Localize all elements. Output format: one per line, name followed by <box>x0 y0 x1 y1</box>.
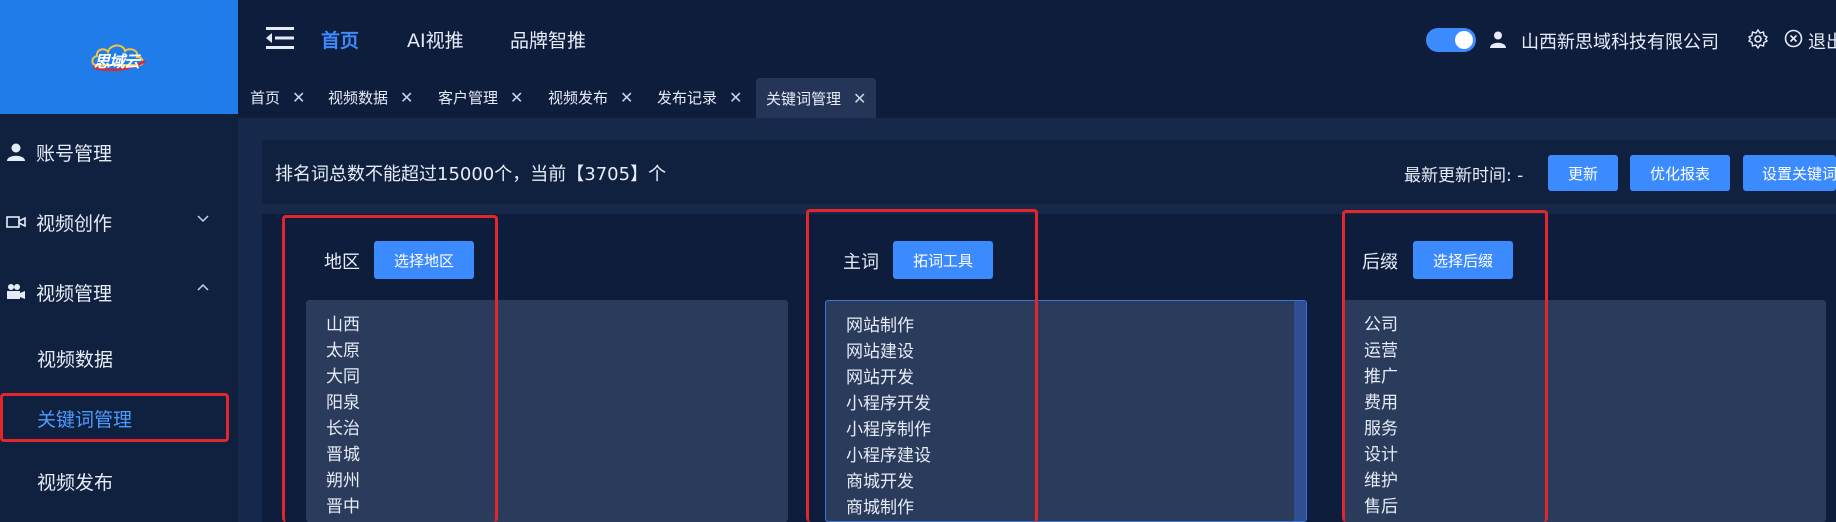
company-name[interactable]: 山西新思域科技有限公司 <box>1521 28 1719 54</box>
last-update-label: 最新更新时间: - <box>1404 166 1524 186</box>
chevron-down-icon[interactable] <box>196 211 210 225</box>
close-icon[interactable]: ✕ <box>292 88 305 107</box>
region-label: 地区 <box>324 252 360 273</box>
sidebar-subitem-video-data[interactable]: 视频数据 <box>0 330 238 386</box>
main-word-list[interactable]: 网站制作 网站建设 网站开发 小程序开发 小程序制作 小程序建设 商城开发 商城… <box>825 300 1307 522</box>
nav-ai-push[interactable]: AI视推 <box>407 26 464 53</box>
list-item: 阳泉 <box>326 393 360 413</box>
scrollbar[interactable] <box>1294 301 1306 521</box>
logo: 思域云 <box>84 37 154 77</box>
tab-customer-manage[interactable]: 客户管理 ✕ <box>438 78 523 116</box>
list-item: 网站建设 <box>846 342 914 362</box>
sidebar-item-video-manage[interactable]: 视频管理 <box>0 263 238 321</box>
set-keyword-button[interactable]: 设置关键词 <box>1743 155 1836 191</box>
tab-keyword-manage[interactable]: 关键词管理 ✕ <box>756 78 877 118</box>
sidebar-item-label: 视频创作 <box>36 212 113 235</box>
chevron-up-icon[interactable] <box>196 281 210 295</box>
expand-word-tool-button[interactable]: 拓词工具 <box>893 241 993 279</box>
toggle-knob <box>1455 31 1473 49</box>
sidebar-subitem-label: 视频数据 <box>37 348 114 371</box>
list-item: 晋中 <box>326 497 360 517</box>
tab-label: 客户管理 <box>438 88 499 107</box>
sidebar-item-label: 视频管理 <box>36 282 113 305</box>
region-list[interactable]: 山西 太原 大同 阳泉 长治 晋城 朔州 晋中 <box>306 300 788 522</box>
tab-label: 关键词管理 <box>766 89 842 108</box>
nav-home[interactable]: 首页 <box>321 26 359 53</box>
list-item: 长治 <box>326 419 360 439</box>
gear-icon[interactable] <box>1748 29 1768 49</box>
list-item: 山西 <box>326 315 360 335</box>
list-item: 公司 <box>1364 315 1398 335</box>
menu-fold-icon[interactable] <box>266 26 294 50</box>
close-icon[interactable]: ✕ <box>510 88 523 107</box>
sidebar-subitem-video-publish[interactable]: 视频发布 <box>0 453 238 509</box>
tab-bar: 首页 ✕ 视频数据 ✕ 客户管理 ✕ 视频发布 ✕ 发布记录 ✕ 关键词管理 ✕ <box>238 78 1836 118</box>
list-item: 推广 <box>1364 367 1398 387</box>
logout-button[interactable]: 退出 <box>1808 28 1836 54</box>
close-icon[interactable]: ✕ <box>400 88 413 107</box>
tab-label: 视频发布 <box>548 88 609 107</box>
sidebar-item-video-create[interactable]: 视频创作 <box>0 193 238 251</box>
list-item: 维护 <box>1364 471 1398 491</box>
list-item: 售后 <box>1364 497 1398 517</box>
tab-label: 发布记录 <box>657 88 718 107</box>
list-item: 小程序开发 <box>846 394 931 414</box>
sidebar-subitem-label: 关键词管理 <box>37 408 133 431</box>
tab-label: 视频数据 <box>328 88 389 107</box>
optimize-report-button[interactable]: 优化报表 <box>1630 155 1730 191</box>
list-item: 太原 <box>326 341 360 361</box>
sidebar: 思域云 账号管理 视频创作 视频管理 视频数据 关键词管理 视频发布 <box>0 0 238 522</box>
tab-publish-record[interactable]: 发布记录 ✕ <box>657 78 742 116</box>
select-suffix-button[interactable]: 选择后缀 <box>1413 241 1513 279</box>
list-item: 商城开发 <box>846 472 914 492</box>
tab-label: 首页 <box>250 88 281 107</box>
close-icon[interactable]: ✕ <box>729 88 742 107</box>
theme-toggle[interactable] <box>1426 28 1476 52</box>
select-region-button[interactable]: 选择地区 <box>374 241 474 279</box>
user-icon <box>1490 31 1506 48</box>
user-icon <box>7 143 25 161</box>
list-item: 大同 <box>326 367 360 387</box>
keyword-count-text: 排名词总数不能超过15000个，当前【3705】个 <box>275 164 667 185</box>
update-button[interactable]: 更新 <box>1548 155 1618 191</box>
main-word-label: 主词 <box>843 252 879 273</box>
list-item: 费用 <box>1364 393 1398 413</box>
logout-icon[interactable] <box>1784 29 1803 48</box>
list-item: 朔州 <box>326 471 360 491</box>
film-camera-icon <box>7 284 25 299</box>
close-icon[interactable]: ✕ <box>853 89 866 108</box>
sidebar-subitem-label: 视频发布 <box>37 471 114 494</box>
tab-video-data[interactable]: 视频数据 ✕ <box>328 78 413 116</box>
sidebar-item-label: 账号管理 <box>36 142 113 165</box>
logo-area[interactable]: 思域云 <box>0 0 238 114</box>
top-header: 首页 AI视推 品牌智推 山西新思域科技有限公司 退出 <box>238 0 1836 78</box>
list-item: 网站制作 <box>846 316 914 336</box>
tab-video-publish[interactable]: 视频发布 ✕ <box>548 78 633 116</box>
sidebar-subitem-keyword-manage[interactable]: 关键词管理 <box>0 390 238 446</box>
list-item: 小程序制作 <box>846 420 931 440</box>
list-item: 晋城 <box>326 445 360 465</box>
sidebar-item-account[interactable]: 账号管理 <box>0 123 238 181</box>
list-item: 小程序建设 <box>846 446 931 466</box>
close-icon[interactable]: ✕ <box>620 88 633 107</box>
suffix-list[interactable]: 公司 运营 推广 费用 服务 设计 维护 售后 <box>1344 300 1826 522</box>
list-item: 运营 <box>1364 341 1398 361</box>
tab-home[interactable]: 首页 ✕ <box>250 78 305 116</box>
suffix-label: 后缀 <box>1362 252 1398 273</box>
list-item: 商城制作 <box>846 498 914 518</box>
nav-brand-push[interactable]: 品牌智推 <box>510 26 586 53</box>
video-camera-icon <box>6 216 26 228</box>
list-item: 设计 <box>1364 445 1398 465</box>
list-item: 服务 <box>1364 419 1398 439</box>
list-item: 网站开发 <box>846 368 914 388</box>
logo-text: 思域云 <box>94 52 140 71</box>
